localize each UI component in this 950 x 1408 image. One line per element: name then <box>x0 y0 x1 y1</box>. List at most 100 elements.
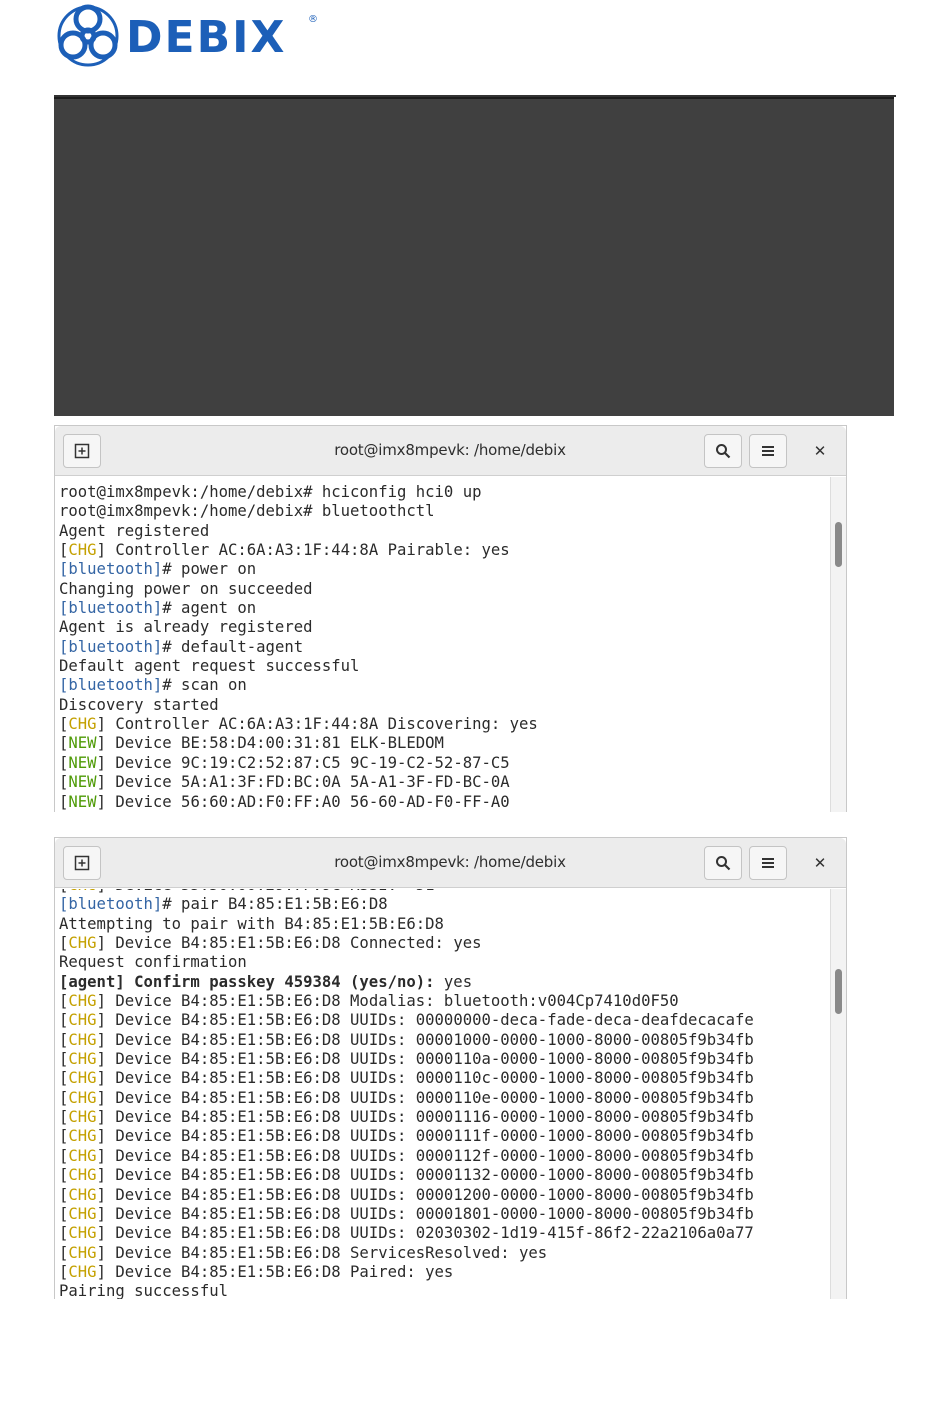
new-tab-button[interactable] <box>63 434 101 468</box>
hamburger-menu-icon <box>762 446 774 456</box>
terminal-titlebar: root@imx8mpevk: /home/debix ✕ <box>55 838 846 888</box>
line-text: # power on <box>162 560 257 579</box>
terminal-window-2: root@imx8mpevk: /home/debix ✕ [CHG] Devi… <box>54 837 847 1299</box>
line-text: ] Device B4:85:E1:5B:E6:D8 UUIDs: 000011… <box>96 1108 754 1127</box>
line-text: Agent registered <box>59 521 210 540</box>
line-text: ] Device B4:85:E1:5B:E6:D8 Modalias: blu… <box>96 992 679 1011</box>
line-text: # default-agent <box>162 637 304 656</box>
line-text: [ <box>59 1224 69 1243</box>
scrollbar-thumb[interactable] <box>835 522 842 567</box>
terminal-line: [CHG] Device B4:85:E1:5B:E6:D8 UUIDs: 00… <box>59 1166 754 1185</box>
line-tag-chg: CHG <box>68 1050 97 1069</box>
line-text: ] Device B4:85:E1:5B:E6:D8 UUIDs: 000011… <box>96 1166 754 1185</box>
terminal-line: Default agent request successful <box>59 657 538 676</box>
line-text: [ <box>59 792 69 811</box>
line-text: # agent on <box>162 599 257 618</box>
terminal-line: [CHG] Device B4:85:E1:5B:E6:D8 UUIDs: 00… <box>59 1186 754 1205</box>
terminal-line: [CHG] Device B4:85:E1:5B:E6:D8 UUIDs: 00… <box>59 1050 754 1069</box>
line-tag-chg: CHG <box>68 1088 97 1107</box>
terminal-line: root@imx8mpevk:/home/debix# bluetoothctl <box>59 502 538 521</box>
terminal-line: [CHG] Device B4:85:E1:5B:E6:D8 UUIDs: 00… <box>59 1147 754 1166</box>
close-button[interactable]: ✕ <box>803 434 837 468</box>
terminal-line: [bluetooth]# default-agent <box>59 638 538 657</box>
terminal-line: [CHG] Device B4:85:E1:5B:E6:D8 UUIDs: 00… <box>59 1069 754 1088</box>
line-tag-chg: CHG <box>68 1069 97 1088</box>
line-tag-bt: [bluetooth] <box>59 637 163 656</box>
dark-screen-area <box>54 97 894 416</box>
scrollbar-thumb[interactable] <box>835 969 842 1014</box>
line-text: ] Controller AC:6A:A3:1F:44:8A Pairable:… <box>96 541 510 560</box>
close-button[interactable]: ✕ <box>803 846 837 880</box>
line-text: yes <box>434 972 473 991</box>
scrollbar[interactable] <box>830 477 846 812</box>
line-tag-bt: [bluetooth] <box>59 895 163 914</box>
line-tag-bold: [agent] Confirm passkey 459384 (yes/no): <box>59 972 435 991</box>
line-text: Request confirmation <box>59 953 247 972</box>
debix-logo: DEBIX ® <box>54 2 324 70</box>
line-tag-chg: CHG <box>68 1224 97 1243</box>
line-text: [ <box>59 715 69 734</box>
line-tag-new: NEW <box>68 753 97 772</box>
line-tag-chg: CHG <box>68 889 96 894</box>
scrollbar[interactable] <box>830 889 846 1299</box>
line-text: ] Device B4:85:E1:5B:E6:D8 UUIDs: 000018… <box>96 1204 754 1223</box>
line-text: ] Controller AC:6A:A3:1F:44:8A Discoveri… <box>96 715 538 734</box>
terminal-line: [bluetooth]# power on <box>59 560 538 579</box>
terminal-output[interactable]: root@imx8mpevk:/home/debix# hciconfig hc… <box>55 477 830 812</box>
new-tab-icon <box>74 443 90 459</box>
line-tag-new: NEW <box>68 734 97 753</box>
line-text: ] Device B4:85:E1:5B:E6:D8 UUIDs: 020303… <box>96 1224 754 1243</box>
hamburger-menu-icon <box>762 858 774 868</box>
terminal-line: [CHG] Device B4:85:E1:5B:E6:D8 UUIDs: 00… <box>59 1205 754 1224</box>
line-text: [ <box>59 934 69 953</box>
terminal-line: [agent] Confirm passkey 459384 (yes/no):… <box>59 973 754 992</box>
line-text: ] Device 56:60:AD:F0:FF:A0 56-60-AD-F0-F… <box>96 792 510 811</box>
terminal-line: [CHG] Device B4:85:E1:5B:E6:D8 UUIDs: 00… <box>59 1011 754 1030</box>
terminal-line: [CHG] Device B4:85:E1:5B:E6:D8 Paired: y… <box>59 1263 754 1282</box>
line-text: [ <box>59 1262 69 1281</box>
line-tag-chg: CHG <box>68 1166 97 1185</box>
terminal-line: Pairing successful <box>59 1282 754 1299</box>
line-tag-new: NEW <box>68 792 97 811</box>
terminal-line: [CHG] Device B4:85:E1:5B:E6:D8 UUIDs: 00… <box>59 1127 754 1146</box>
terminal-output[interactable]: [CHG] Device 55:50:00:29:7F:9C RSSI: -51… <box>55 889 830 1299</box>
line-tag-chg: CHG <box>68 1262 97 1281</box>
window-title: root@imx8mpevk: /home/debix <box>334 441 566 459</box>
line-tag-chg: CHG <box>68 1243 97 1262</box>
line-tag-chg: CHG <box>68 992 97 1011</box>
line-tag-bt: [bluetooth] <box>59 676 163 695</box>
new-tab-button[interactable] <box>63 846 101 880</box>
search-icon <box>716 444 731 459</box>
menu-button[interactable] <box>749 846 787 880</box>
line-text: ] Device B4:85:E1:5B:E6:D8 UUIDs: 000011… <box>96 1088 754 1107</box>
line-text: [ <box>59 541 69 560</box>
line-text: Default agent request successful <box>59 657 360 676</box>
line-text: [ <box>59 1146 69 1165</box>
search-button[interactable] <box>704 434 742 468</box>
line-text: [ <box>59 1050 69 1069</box>
terminal-titlebar: root@imx8mpevk: /home/debix ✕ <box>55 426 846 476</box>
terminal-line: [CHG] Device B4:85:E1:5B:E6:D8 UUIDs: 00… <box>59 1089 754 1108</box>
line-text: ] Device B4:85:E1:5B:E6:D8 UUIDs: 000000… <box>96 1011 754 1030</box>
line-text: # pair B4:85:E1:5B:E6:D8 <box>162 895 388 914</box>
terminal-line: [bluetooth]# pair B4:85:E1:5B:E6:D8 <box>59 895 754 914</box>
menu-button[interactable] <box>749 434 787 468</box>
line-text: # scan on <box>162 676 247 695</box>
terminal-line: root@imx8mpevk:/home/debix# hciconfig hc… <box>59 483 538 502</box>
line-tag-chg: CHG <box>68 1011 97 1030</box>
line-text: ] Device B4:85:E1:5B:E6:D8 UUIDs: 000010… <box>96 1030 754 1049</box>
search-button[interactable] <box>704 846 742 880</box>
terminal-lines: [CHG] Device 55:50:00:29:7F:9C RSSI: -51… <box>59 889 754 1299</box>
terminal-line: [CHG] Device B4:85:E1:5B:E6:D8 UUIDs: 00… <box>59 1031 754 1050</box>
line-text: [ <box>59 1030 69 1049</box>
line-text: Changing power on succeeded <box>59 579 313 598</box>
terminal-line: [CHG] Controller AC:6A:A3:1F:44:8A Disco… <box>59 715 538 734</box>
line-text: root@imx8mpevk:/home/debix# bluetoothctl <box>59 502 435 521</box>
terminal-line: [NEW] Device 56:60:AD:F0:FF:A0 56-60-AD-… <box>59 793 538 812</box>
line-text: [ <box>59 734 69 753</box>
line-text: ] Device B4:85:E1:5B:E6:D8 Paired: yes <box>96 1262 454 1281</box>
logo-trademark: ® <box>308 14 318 25</box>
terminal-line: [CHG] Device B4:85:E1:5B:E6:D8 UUIDs: 00… <box>59 1108 754 1127</box>
close-icon: ✕ <box>813 854 827 872</box>
line-tag-chg: CHG <box>68 541 97 560</box>
